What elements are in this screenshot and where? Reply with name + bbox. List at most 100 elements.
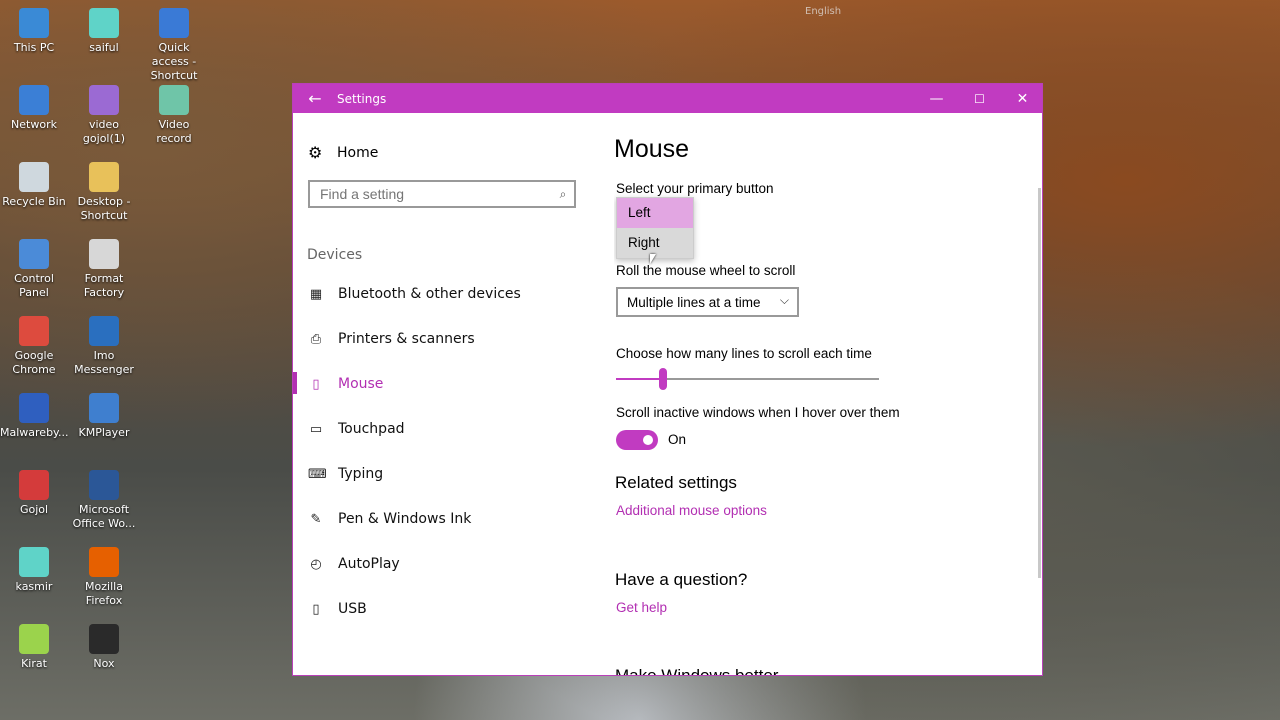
desktop-icon[interactable]: Network [0, 85, 68, 132]
additional-mouse-options-link[interactable]: Additional mouse options [616, 503, 767, 518]
search-input[interactable] [318, 185, 552, 203]
bluetooth-devices-icon: ▦ [309, 286, 323, 302]
minimize-icon[interactable]: — [915, 84, 958, 113]
close-icon[interactable]: ✕ [1001, 84, 1044, 113]
pen-icon: ✎ [310, 511, 322, 527]
desktop-app-icon [89, 547, 119, 577]
desktop-icon-label: saiful [89, 41, 119, 54]
desktop-app-icon [19, 85, 49, 115]
content-scrollbar[interactable] [1038, 188, 1041, 578]
desktop-icon[interactable]: Google Chrome [0, 316, 68, 377]
desktop-icon-label: Kirat [21, 657, 47, 670]
desktop-icon[interactable]: Recycle Bin [0, 162, 68, 209]
primary-button-dropdown[interactable]: Left Right [616, 197, 694, 259]
lines-slider-fill [616, 378, 664, 380]
desktop-icon-label: Control Panel [14, 272, 54, 299]
primary-button-label: Select your primary button [616, 181, 774, 196]
settings-sidebar: ⚙ Home ⌕ Devices ▦ Bluetooth & other dev… [293, 113, 593, 675]
selected-indicator [293, 372, 297, 394]
scroll-mode-select[interactable]: Multiple lines at a time ⌵ [616, 287, 799, 317]
desktop-icon[interactable]: Nox [70, 624, 138, 671]
desktop-app-icon [19, 624, 49, 654]
desktop-app-icon [89, 239, 119, 269]
touchpad-icon: ▭ [309, 421, 323, 437]
desktop-icon[interactable]: Microsoft Office Wo... [70, 470, 138, 531]
mouse-settings-content: Mouse Select your primary button Roll th… [614, 113, 1042, 675]
keyboard-icon: ⌨ [308, 466, 327, 482]
window-title: Settings [337, 91, 387, 106]
desktop-icon[interactable]: Kirat [0, 624, 68, 671]
desktop-icon[interactable]: This PC [0, 8, 68, 55]
title-bar[interactable]: ← Settings — ☐ ✕ [293, 84, 1042, 113]
sidebar-item-typing[interactable]: ⌨ Typing [308, 459, 578, 489]
lines-label: Choose how many lines to scroll each tim… [616, 346, 872, 361]
home-nav[interactable]: ⚙ Home [308, 143, 378, 162]
sidebar-item-label: Touchpad [338, 421, 405, 437]
toggle-state-label: On [668, 432, 687, 447]
desktop-icon[interactable]: Imo Messenger [70, 316, 138, 377]
sidebar-item-label: Pen & Windows Ink [338, 511, 472, 527]
sidebar-item-bluetooth[interactable]: ▦ Bluetooth & other devices [308, 279, 578, 309]
desktop-icon-label: Video record [156, 118, 192, 145]
desktop-app-icon [159, 85, 189, 115]
scroll-label: Roll the mouse wheel to scroll [616, 263, 796, 278]
sidebar-item-label: USB [338, 601, 367, 617]
desktop-icon[interactable]: Quick access - Shortcut [140, 8, 208, 83]
sidebar-item-label: AutoPlay [338, 556, 400, 572]
back-arrow-icon[interactable]: ← [293, 89, 337, 108]
option-left[interactable]: Left [617, 198, 693, 228]
sidebar-item-pen[interactable]: ✎ Pen & Windows Ink [308, 504, 578, 534]
mouse-icon: ▯ [312, 376, 320, 392]
desktop-app-icon [19, 393, 49, 423]
sidebar-item-mouse[interactable]: ▯ Mouse [308, 369, 578, 399]
desktop-icon[interactable]: kasmir [0, 547, 68, 594]
desktop-app-icon [89, 470, 119, 500]
desktop-icon[interactable]: video gojol(1) [70, 85, 138, 146]
toggle-knob [643, 435, 653, 445]
desktop-app-icon [19, 239, 49, 269]
desktop-app-icon [89, 393, 119, 423]
make-windows-better-heading: Make Windows better [615, 666, 778, 675]
lines-slider-thumb[interactable] [659, 368, 668, 390]
desktop-icon[interactable]: Mozilla Firefox [70, 547, 138, 608]
desktop-icon[interactable]: Desktop - Shortcut [70, 162, 138, 223]
gear-icon: ⚙ [308, 143, 323, 162]
desktop-icon-label: KMPlayer [78, 426, 130, 439]
desktop-icon[interactable]: Control Panel [0, 239, 68, 300]
desktop-app-icon [19, 162, 49, 192]
inactive-scroll-toggle[interactable] [616, 430, 658, 450]
related-settings-heading: Related settings [615, 473, 737, 492]
search-box[interactable]: ⌕ [308, 180, 576, 208]
page-title: Mouse [614, 135, 690, 163]
desktop-icon[interactable]: KMPlayer [70, 393, 138, 440]
sidebar-item-printers[interactable]: ⎙ Printers & scanners [308, 324, 578, 354]
desktop-icon-label: video gojol(1) [82, 118, 126, 145]
desktop-app-icon [19, 547, 49, 577]
desktop-icon[interactable]: Malwareby... [0, 393, 69, 440]
sidebar-item-touchpad[interactable]: ▭ Touchpad [308, 414, 578, 444]
maximize-icon[interactable]: ☐ [958, 84, 1001, 113]
search-icon[interactable]: ⌕ [552, 187, 574, 202]
sidebar-item-autoplay[interactable]: ◴ AutoPlay [308, 549, 578, 579]
desktop-icon-label: Recycle Bin [2, 195, 66, 208]
get-help-link[interactable]: Get help [616, 600, 667, 615]
scroll-mode-value: Multiple lines at a time [627, 294, 761, 310]
printer-icon: ⎙ [310, 331, 322, 347]
desktop-app-icon [89, 316, 119, 346]
desktop-icon[interactable]: Gojol [0, 470, 68, 517]
desktop-icon-label: Quick access - Shortcut [150, 41, 198, 82]
sidebar-item-usb[interactable]: ▯ USB [308, 594, 578, 624]
desktop-app-icon [19, 316, 49, 346]
section-heading-devices: Devices [307, 247, 363, 263]
desktop-icon[interactable]: Video record [140, 85, 208, 146]
desktop-app-icon [159, 8, 189, 38]
desktop-icon-label: Format Factory [83, 272, 125, 299]
desktop-app-icon [19, 470, 49, 500]
sidebar-item-label: Typing [338, 466, 384, 482]
desktop-app-icon [89, 624, 119, 654]
home-label: Home [337, 144, 379, 161]
desktop-icon[interactable]: Format Factory [70, 239, 138, 300]
usb-icon: ▯ [312, 601, 320, 617]
desktop-icon[interactable]: saiful [70, 8, 138, 55]
chevron-down-icon: ⌵ [779, 293, 789, 307]
